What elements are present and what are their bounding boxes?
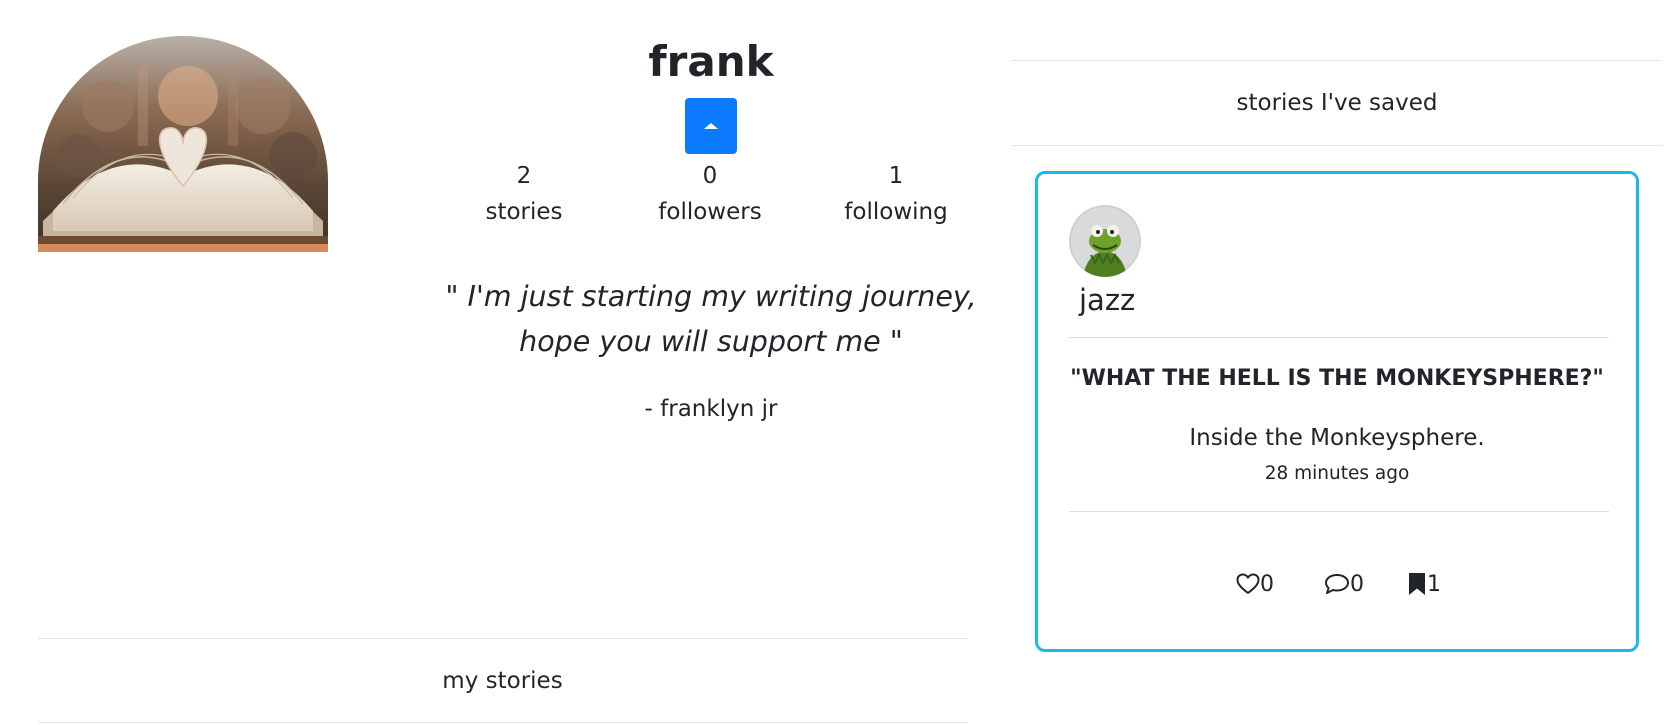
tab-my-stories[interactable]: my stories bbox=[38, 638, 967, 723]
story-timestamp: 28 minutes ago bbox=[1264, 463, 1410, 484]
story-actions: 0 0 1 bbox=[1038, 564, 1636, 604]
stat-followers-label: followers bbox=[658, 199, 762, 225]
story-card[interactable]: jazz "WHAT THE HELL IS THE MONKEYSPHERE?… bbox=[1035, 171, 1639, 652]
caret-up-icon bbox=[704, 123, 718, 129]
collapse-profile-button[interactable] bbox=[685, 98, 737, 154]
card-divider bbox=[1069, 337, 1609, 338]
author-name[interactable]: jazz bbox=[1079, 280, 1135, 320]
stat-following-count: 1 bbox=[888, 163, 904, 189]
story-title[interactable]: "WHAT THE HELL IS THE MONKEYSPHERE?" bbox=[1038, 364, 1636, 394]
card-divider bbox=[1069, 511, 1609, 512]
tab-my-stories-label: my stories bbox=[442, 667, 563, 694]
bio-quote: " I'm just starting my writing journey, … bbox=[445, 280, 977, 358]
profile-page: frank 2 stories 0 followers 1 following … bbox=[0, 0, 1672, 725]
stat-stories-count: 2 bbox=[516, 163, 532, 189]
kermit-avatar-image bbox=[1069, 205, 1141, 277]
bookmark-button[interactable]: 1 bbox=[1407, 564, 1441, 604]
open-book-image bbox=[38, 36, 328, 252]
comment-icon bbox=[1325, 574, 1349, 594]
profile-name: frank bbox=[648, 37, 774, 86]
comment-button[interactable]: 0 bbox=[1324, 564, 1364, 604]
story-summary: Inside the Monkeysphere. bbox=[1189, 425, 1485, 451]
stat-followers-count: 0 bbox=[702, 163, 718, 189]
comment-count: 0 bbox=[1350, 571, 1364, 597]
stat-followers[interactable]: 0 followers bbox=[630, 158, 790, 230]
bio-author: - franklyn jr bbox=[644, 396, 778, 422]
stat-following[interactable]: 1 following bbox=[816, 158, 976, 230]
bookmark-filled-icon bbox=[1409, 573, 1425, 595]
bookmark-count: 1 bbox=[1427, 571, 1441, 597]
like-button[interactable]: 0 bbox=[1236, 564, 1274, 604]
tab-saved-stories[interactable]: stories I've saved bbox=[1012, 60, 1662, 146]
author-avatar[interactable] bbox=[1069, 205, 1141, 277]
stat-stories-label: stories bbox=[485, 199, 563, 225]
profile-avatar bbox=[38, 36, 328, 252]
heart-icon bbox=[1236, 573, 1260, 594]
stat-following-label: following bbox=[844, 199, 948, 225]
stat-stories[interactable]: 2 stories bbox=[444, 158, 604, 230]
tab-saved-stories-label: stories I've saved bbox=[1236, 90, 1438, 116]
like-count: 0 bbox=[1260, 571, 1274, 597]
